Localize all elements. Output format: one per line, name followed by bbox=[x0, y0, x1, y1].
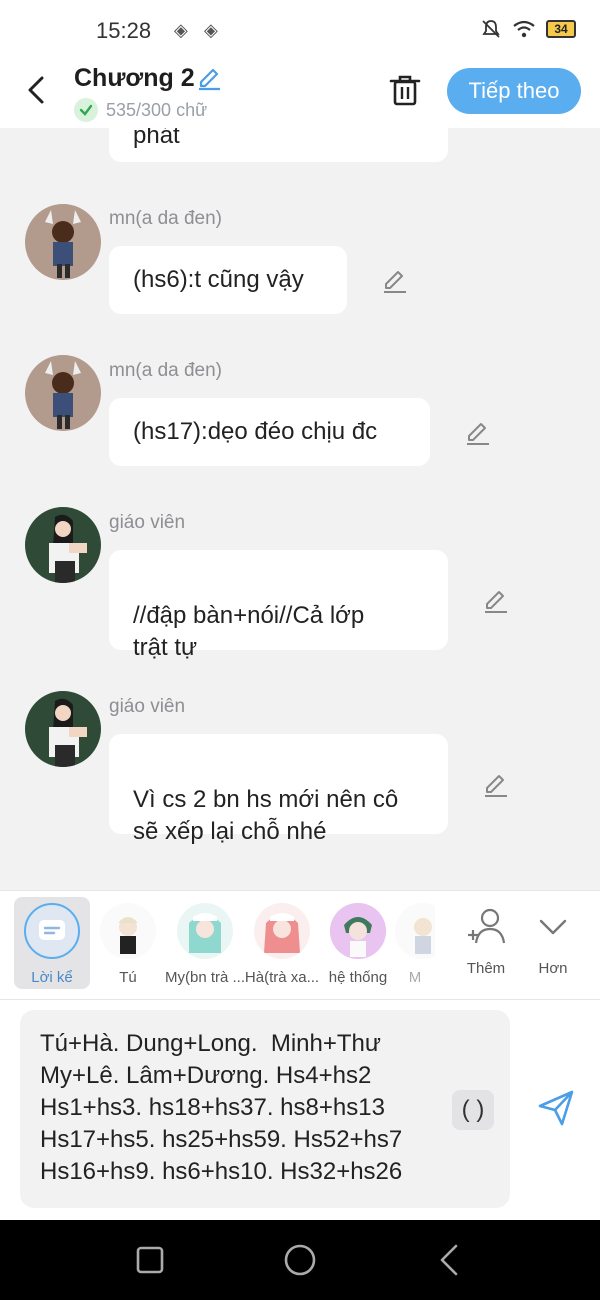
character-label: Hà(trà xa... bbox=[244, 969, 320, 986]
input-text: Tú+Hà. Dung+Long. Minh+Thư My+Lê. Lâm+Dư… bbox=[40, 1030, 403, 1185]
trash-icon[interactable] bbox=[388, 72, 422, 108]
wifi-icon bbox=[513, 20, 535, 38]
sender-name: mn(a da đen) bbox=[109, 360, 223, 381]
character-my[interactable]: My(bn trà ... bbox=[165, 897, 245, 989]
character-m[interactable]: M bbox=[395, 897, 435, 989]
character-label: Tú bbox=[119, 969, 137, 986]
avatar bbox=[100, 903, 156, 959]
edit-message-icon[interactable] bbox=[481, 770, 511, 800]
avatar[interactable] bbox=[25, 355, 101, 431]
avatar[interactable] bbox=[25, 507, 101, 583]
sender-name: mn(a da đen) bbox=[109, 208, 223, 229]
status-time: 15:28 bbox=[96, 18, 152, 43]
avatar bbox=[330, 903, 386, 959]
character-label: hệ thống bbox=[328, 969, 388, 986]
message-text: Vì cs 2 bn hs mới nên cô sẽ xếp lại chỗ … bbox=[133, 786, 399, 845]
edit-message-icon[interactable] bbox=[380, 266, 410, 296]
chapter-title: Chương 2 bbox=[74, 64, 195, 92]
status-icons: 34 bbox=[480, 18, 576, 40]
edit-message-icon[interactable] bbox=[463, 418, 493, 448]
send-icon[interactable] bbox=[536, 1088, 576, 1128]
avatar bbox=[395, 903, 435, 959]
more-label: Hơn bbox=[538, 960, 568, 977]
message-text: (hs17):dẹo đéo chịu đc bbox=[133, 418, 378, 445]
character-tu[interactable]: Tú bbox=[88, 897, 168, 989]
narration-icon bbox=[24, 903, 80, 959]
message-bubble[interactable]: Vì cs 2 bn hs mới nên cô sẽ xếp lại chỗ … bbox=[109, 734, 448, 845]
message-bubble[interactable]: //đập bàn+nói//Cả lớp trật tự bbox=[109, 550, 448, 661]
notification-icon: ◈ bbox=[174, 20, 188, 40]
back-nav-icon[interactable] bbox=[432, 1242, 468, 1278]
sender-name: giáo viên bbox=[109, 696, 186, 717]
character-narration[interactable]: Lời kể bbox=[14, 897, 90, 989]
battery-icon: 34 bbox=[546, 20, 576, 38]
parentheses-button[interactable]: ( ) bbox=[452, 1090, 494, 1130]
system-nav-bar bbox=[0, 1220, 600, 1300]
avatar bbox=[177, 903, 233, 959]
check-icon bbox=[74, 98, 98, 122]
editor-header: Chương 2 535/300 chữ Tiếp theo bbox=[0, 60, 600, 128]
message-feed[interactable]: phát mn(a da đen) (hs6):t cũng vậy mn(a … bbox=[0, 128, 600, 890]
character-label: My(bn trà ... bbox=[165, 969, 245, 986]
more-button[interactable]: Hơn bbox=[513, 897, 593, 989]
character-label: M bbox=[408, 969, 422, 986]
notification-icon: ◈ bbox=[204, 20, 218, 40]
avatar bbox=[254, 903, 310, 959]
add-user-icon bbox=[468, 908, 506, 944]
message-text: (hs6):t cũng vậy bbox=[133, 266, 304, 293]
sender-name: giáo viên bbox=[109, 512, 186, 533]
mute-bell-icon bbox=[482, 20, 500, 38]
character-ha[interactable]: Hà(trà xa... bbox=[242, 897, 322, 989]
composer: Tú+Hà. Dung+Long. Minh+Thư My+Lê. Lâm+Dư… bbox=[0, 1000, 600, 1220]
status-bar: 15:28 ◈ ◈ 34 bbox=[0, 0, 600, 60]
back-button[interactable] bbox=[20, 72, 52, 108]
recents-icon[interactable] bbox=[132, 1242, 168, 1278]
avatar[interactable] bbox=[25, 691, 101, 767]
chevron-down-icon bbox=[539, 919, 567, 935]
avatar[interactable] bbox=[25, 204, 101, 280]
next-button[interactable]: Tiếp theo bbox=[447, 68, 581, 114]
message-bubble[interactable]: phát bbox=[109, 128, 448, 162]
character-label: Lời kể bbox=[31, 969, 73, 986]
character-selector: Lời kể Tú My(bn trà ... Hà(trà xa... hệ … bbox=[0, 890, 600, 1000]
edit-title-icon[interactable] bbox=[195, 64, 223, 92]
word-count-row: 535/300 chữ bbox=[74, 98, 207, 122]
edit-message-icon[interactable] bbox=[481, 586, 511, 616]
home-icon[interactable] bbox=[282, 1242, 318, 1278]
message-input[interactable]: Tú+Hà. Dung+Long. Minh+Thư My+Lê. Lâm+Dư… bbox=[20, 1010, 510, 1208]
message-bubble[interactable]: (hs6):t cũng vậy bbox=[109, 246, 347, 314]
word-count: 535/300 chữ bbox=[106, 99, 208, 120]
character-he-thong[interactable]: hệ thống bbox=[318, 897, 398, 989]
message-text: phát bbox=[133, 128, 180, 149]
message-bubble[interactable]: (hs17):dẹo đéo chịu đc bbox=[109, 398, 430, 466]
message-text: //đập bàn+nói//Cả lớp trật tự bbox=[133, 602, 365, 661]
